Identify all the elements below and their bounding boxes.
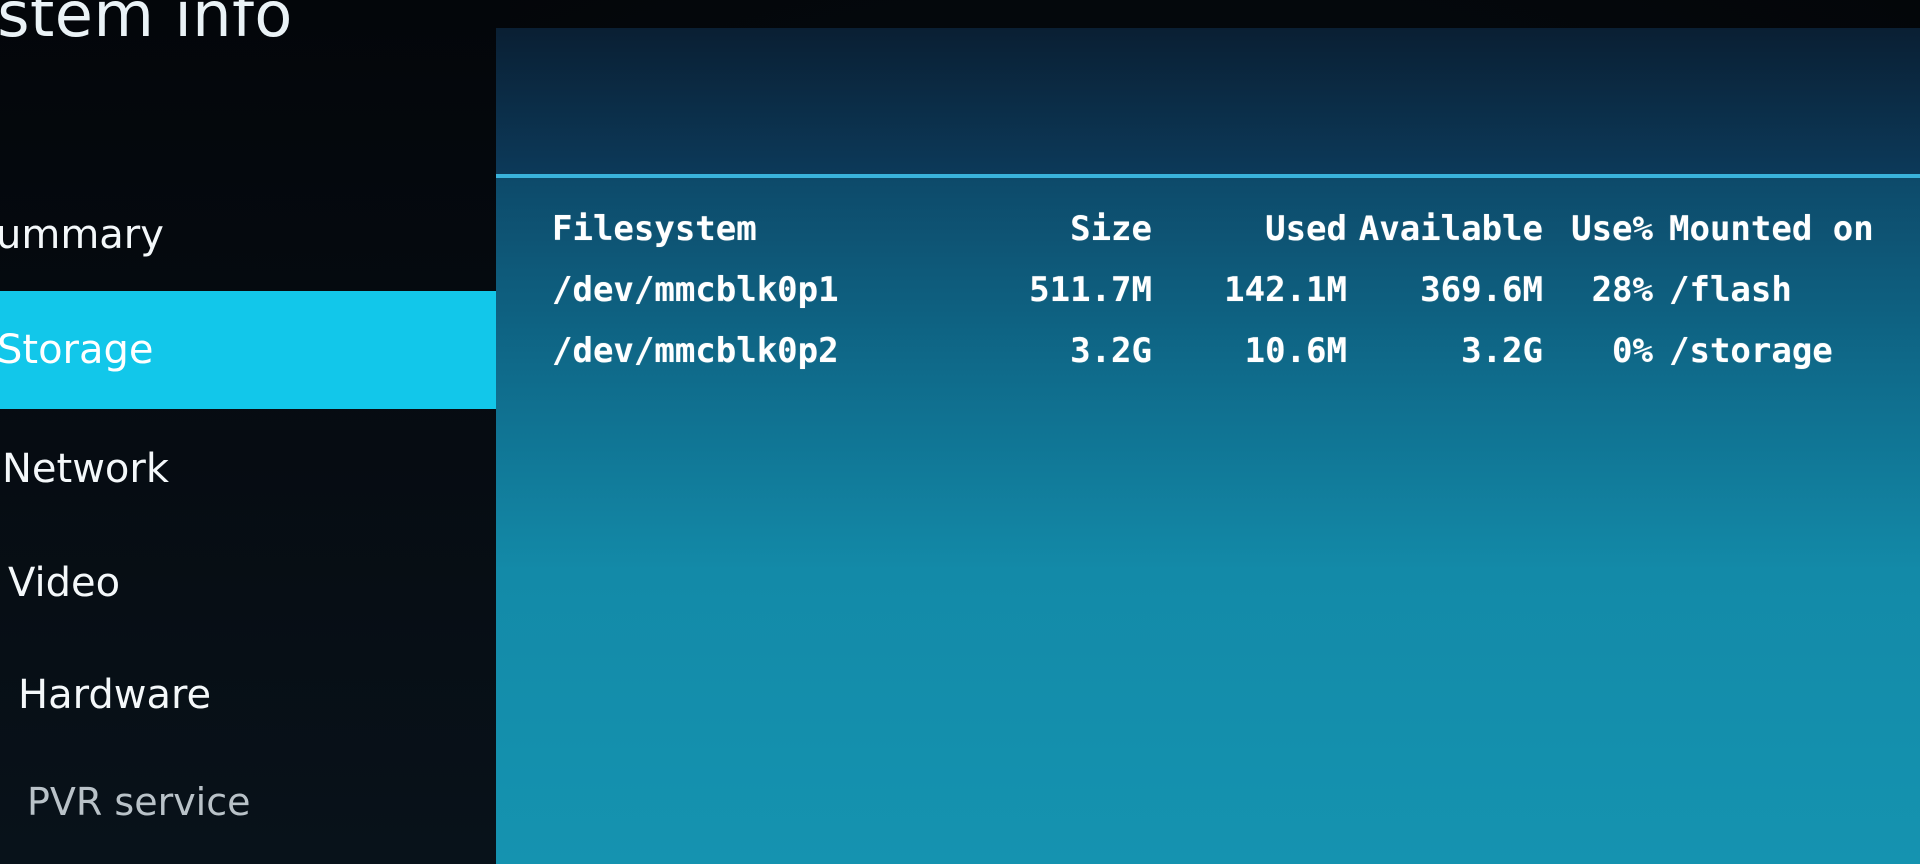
sidebar-item-label: Network — [2, 446, 170, 492]
sidebar-item-label: Hardware — [18, 672, 212, 718]
column-header-use-pct: Use% — [1571, 208, 1653, 249]
cell-filesystem: /dev/mmcblk0p2 — [552, 330, 839, 371]
sidebar-item-summary[interactable]: ummary — [0, 176, 510, 294]
cell-mounted-on: /flash — [1669, 269, 1792, 310]
sidebar-item-storage[interactable]: Storage — [0, 291, 506, 409]
column-header-available: Available — [1358, 208, 1543, 249]
cell-used: 142.1M — [1224, 269, 1347, 310]
cell-use-pct: 0% — [1612, 330, 1653, 371]
table-header-row: Filesystem Size Used Available Use% Moun… — [552, 198, 1899, 259]
cell-filesystem: /dev/mmcblk0p1 — [552, 269, 839, 310]
panel-divider — [496, 174, 1920, 178]
sidebar-item-label: Video — [8, 560, 121, 606]
cell-used: 10.6M — [1244, 330, 1347, 371]
sidebar-item-label: Storage — [0, 327, 154, 373]
cell-mounted-on: /storage — [1669, 330, 1833, 371]
column-header-mounted-on: Mounted on — [1669, 208, 1874, 249]
cell-available: 369.6M — [1420, 269, 1543, 310]
storage-table: Filesystem Size Used Available Use% Moun… — [552, 198, 1899, 381]
sidebar-item-pvr-service[interactable]: PVR service — [0, 743, 510, 861]
table-row: /dev/mmcblk0p2 3.2G 10.6M 3.2G 0% /stora… — [552, 320, 1899, 381]
panel-header — [496, 28, 1920, 176]
window-title: ystem info — [0, 0, 293, 51]
sidebar-item-hardware[interactable]: Hardware — [0, 636, 510, 754]
cell-size: 511.7M — [1029, 269, 1152, 310]
column-header-filesystem: Filesystem — [552, 208, 757, 249]
sidebar-item-network[interactable]: Network — [0, 410, 510, 528]
sidebar-item-label: ummary — [0, 212, 164, 258]
sidebar-item-video[interactable]: Video — [0, 524, 510, 642]
storage-info-panel[interactable]: Filesystem Size Used Available Use% Moun… — [496, 28, 1920, 864]
sidebar-item-label: PVR service — [27, 780, 251, 824]
cell-available: 3.2G — [1461, 330, 1543, 371]
column-header-size: Size — [1070, 208, 1152, 249]
sidebar: ystem info ummary Storage Network Video … — [0, 0, 510, 864]
cell-use-pct: 28% — [1591, 269, 1653, 310]
system-info-window: ystem info ummary Storage Network Video … — [0, 0, 1920, 864]
column-header-used: Used — [1265, 208, 1347, 249]
cell-size: 3.2G — [1070, 330, 1152, 371]
table-row: /dev/mmcblk0p1 511.7M 142.1M 369.6M 28% … — [552, 259, 1899, 320]
